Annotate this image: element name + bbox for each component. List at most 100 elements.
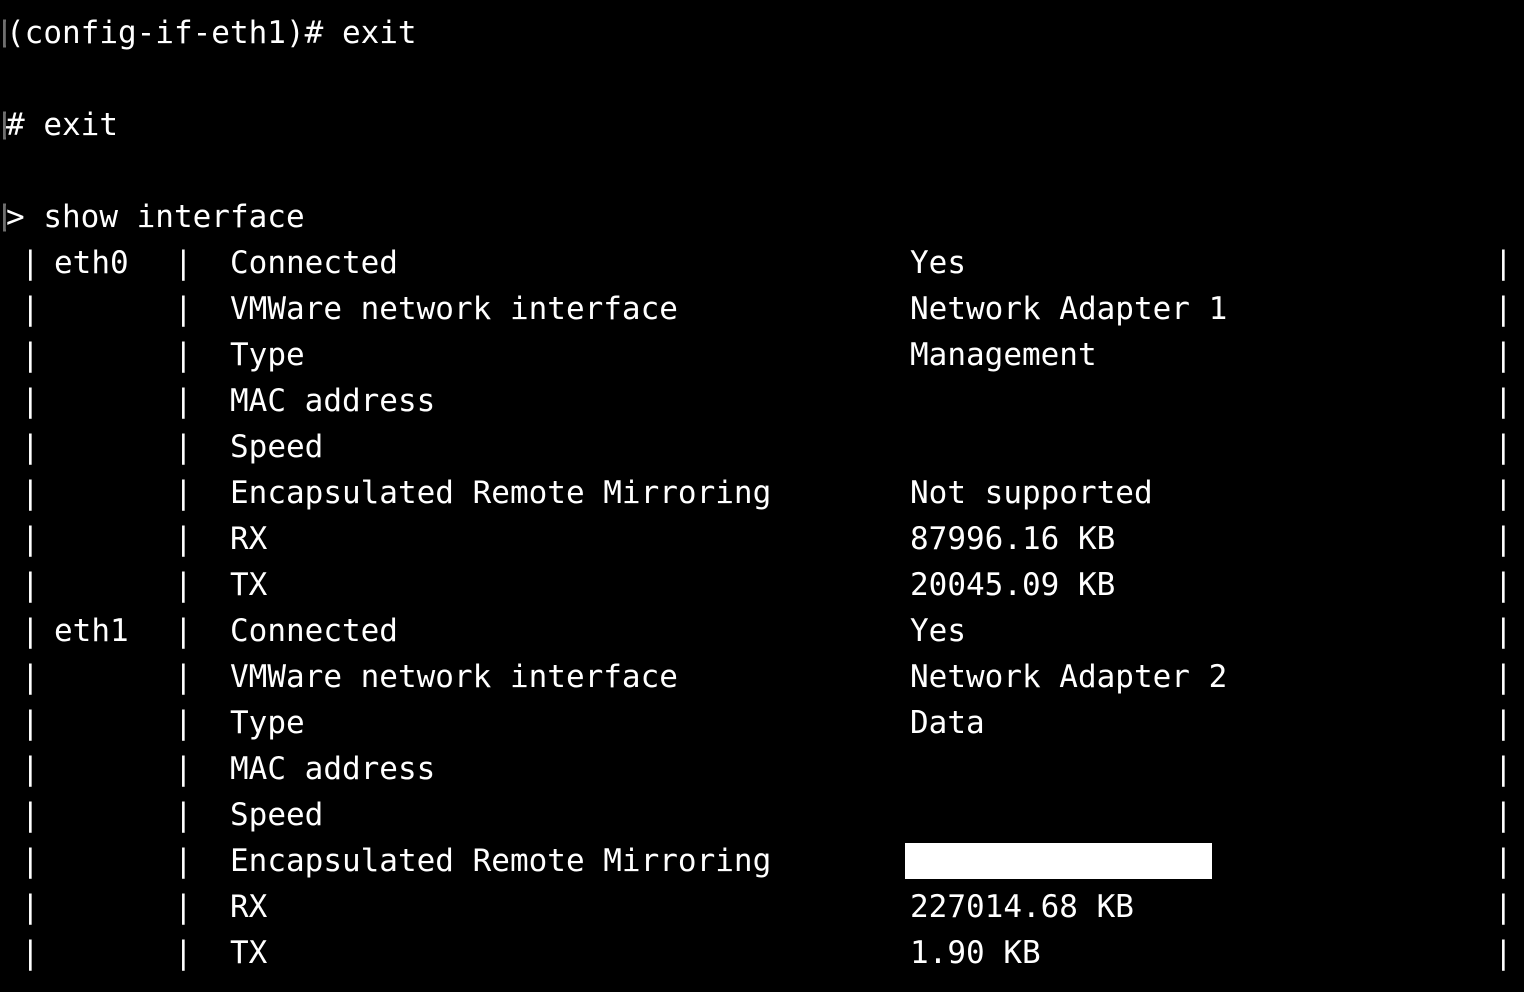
table-border-middle: | [174, 613, 193, 649]
table-border-right: | [1494, 521, 1513, 557]
table-row: | | TX 20045.09 KB | [0, 562, 1524, 608]
table-border-right: | [1494, 935, 1513, 971]
table-row: | | RX 87996.16 KB | [0, 516, 1524, 562]
property-value: Network Adapter 2 [910, 659, 1228, 695]
table-border-right: | [1494, 291, 1513, 327]
table-border-left: | [21, 751, 40, 787]
property-value: Yes [910, 245, 966, 281]
table-row: | | Type Data | [0, 700, 1524, 746]
property-value: 87996.16 KB [910, 521, 1116, 557]
property-label: Connected [230, 613, 398, 649]
table-border-left: | [21, 475, 40, 511]
table-border-left: | [21, 567, 40, 603]
table-border-left: | [21, 659, 40, 695]
property-label: MAC address [230, 383, 436, 419]
table-row: | | Type Management | [0, 332, 1524, 378]
property-label: Connected [230, 245, 398, 281]
table-border-middle: | [174, 245, 193, 281]
table-border-middle: | [174, 291, 193, 327]
redacted-value-block [905, 843, 1212, 879]
table-row: | | VMWare network interface Network Adapte… [0, 286, 1524, 332]
property-value: 20045.09 KB [910, 567, 1116, 603]
interface-name: eth1 [54, 613, 129, 649]
property-value: Data [910, 705, 985, 741]
terminal-screen[interactable]: [(config-if-eth1)# exit [# exit [> show in… [0, 0, 1524, 992]
table-border-right: | [1494, 475, 1513, 511]
table-border-middle: | [174, 337, 193, 373]
table-row: | | MAC address | [0, 746, 1524, 792]
table-border-middle: | [174, 475, 193, 511]
table-border-right: | [1494, 383, 1513, 419]
property-label: Encapsulated Remote Mirroring [230, 475, 772, 511]
table-border-right: | [1494, 705, 1513, 741]
table-row: | | MAC address | [0, 378, 1524, 424]
property-label: MAC address [230, 751, 436, 787]
table-border-right: | [1494, 567, 1513, 603]
table-border-middle: | [174, 429, 193, 465]
table-border-right: | [1494, 429, 1513, 465]
table-row: | | RX 227014.68 KB | [0, 884, 1524, 930]
table-row: | | Encapsulated Remote Mirroring Not suppo… [0, 470, 1524, 516]
table-row: | | VMWare network interface Network Adapte… [0, 654, 1524, 700]
table-border-left: | [21, 383, 40, 419]
interface-table: | eth0 | Connected Yes | | | VMWare network inte… [0, 240, 1524, 976]
table-row: | eth1 | Connected Yes | [0, 608, 1524, 654]
property-value: 227014.68 KB [910, 889, 1134, 925]
table-border-left: | [21, 337, 40, 373]
table-border-middle: | [174, 383, 193, 419]
table-border-right: | [1494, 751, 1513, 787]
property-label: Speed [230, 797, 324, 833]
table-border-right: | [1494, 613, 1513, 649]
property-label: RX [230, 521, 268, 557]
table-row: | | Speed | [0, 424, 1524, 470]
property-value: 1.90 KB [910, 935, 1041, 971]
table-row: | | TX 1.90 KB | [0, 930, 1524, 976]
table-border-left: | [21, 245, 40, 281]
table-border-left: | [21, 797, 40, 833]
table-border-left: | [21, 705, 40, 741]
table-border-middle: | [174, 843, 193, 879]
table-border-right: | [1494, 843, 1513, 879]
property-label: Encapsulated Remote Mirroring [230, 843, 772, 879]
table-border-middle: | [174, 659, 193, 695]
table-border-right: | [1494, 245, 1513, 281]
property-label: Speed [230, 429, 324, 465]
table-border-right: | [1494, 659, 1513, 695]
interface-name: eth0 [54, 245, 129, 281]
table-row: | | Encapsulated Remote Mirroring | [0, 838, 1524, 884]
table-border-middle: | [174, 751, 193, 787]
property-value: Network Adapter 1 [910, 291, 1228, 327]
property-value: Management [910, 337, 1097, 373]
table-border-left: | [21, 613, 40, 649]
table-border-middle: | [174, 521, 193, 557]
table-row: | eth0 | Connected Yes | [0, 240, 1524, 286]
table-border-right: | [1494, 889, 1513, 925]
property-label: TX [230, 935, 268, 971]
command-line: [(config-if-eth1)# exit [0, 10, 1524, 56]
table-border-middle: | [174, 567, 193, 603]
property-label: VMWare network interface [230, 291, 678, 327]
table-border-right: | [1494, 337, 1513, 373]
table-border-left: | [21, 291, 40, 327]
property-label: Type [230, 705, 305, 741]
table-row: | | Speed | [0, 792, 1524, 838]
table-border-left: | [21, 429, 40, 465]
table-border-left: | [21, 935, 40, 971]
table-border-left: | [21, 843, 40, 879]
table-border-middle: | [174, 935, 193, 971]
property-label: RX [230, 889, 268, 925]
property-value: Not supported [910, 475, 1153, 511]
command-line: [# exit [0, 102, 1524, 148]
table-border-middle: | [174, 797, 193, 833]
table-border-middle: | [174, 889, 193, 925]
command-text: (config-if-eth1)# exit [6, 15, 417, 51]
command-text: > show interface [6, 199, 305, 235]
table-border-middle: | [174, 705, 193, 741]
property-label: TX [230, 567, 268, 603]
command-line: [> show interface [0, 194, 1524, 240]
property-label: Type [230, 337, 305, 373]
table-border-left: | [21, 889, 40, 925]
property-label: VMWare network interface [230, 659, 678, 695]
table-border-left: | [21, 521, 40, 557]
property-value: Yes [910, 613, 966, 649]
